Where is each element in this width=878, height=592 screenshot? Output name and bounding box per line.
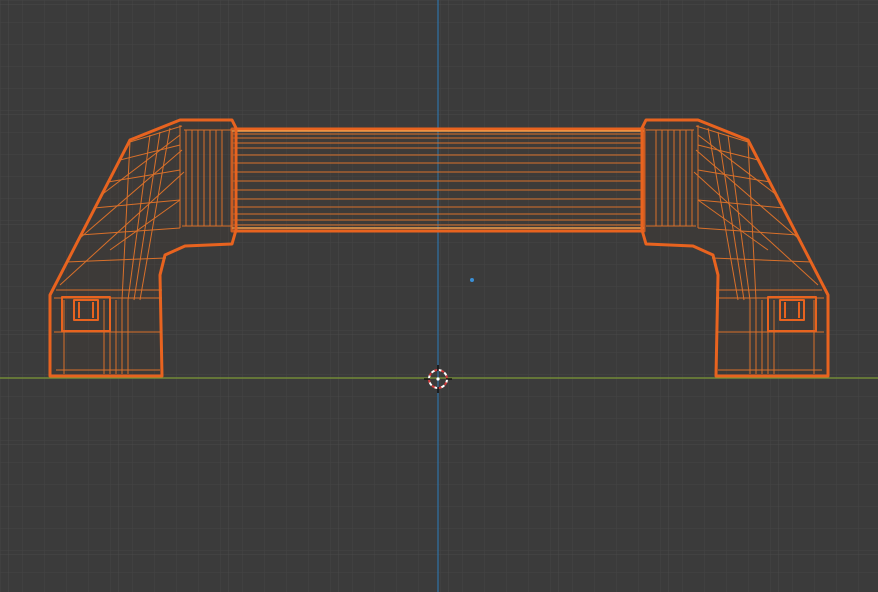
3d-viewport[interactable]	[0, 0, 878, 592]
viewport-canvas[interactable]	[0, 0, 878, 592]
handle-bar[interactable]	[230, 127, 646, 233]
object-origin-icon[interactable]	[470, 278, 474, 282]
